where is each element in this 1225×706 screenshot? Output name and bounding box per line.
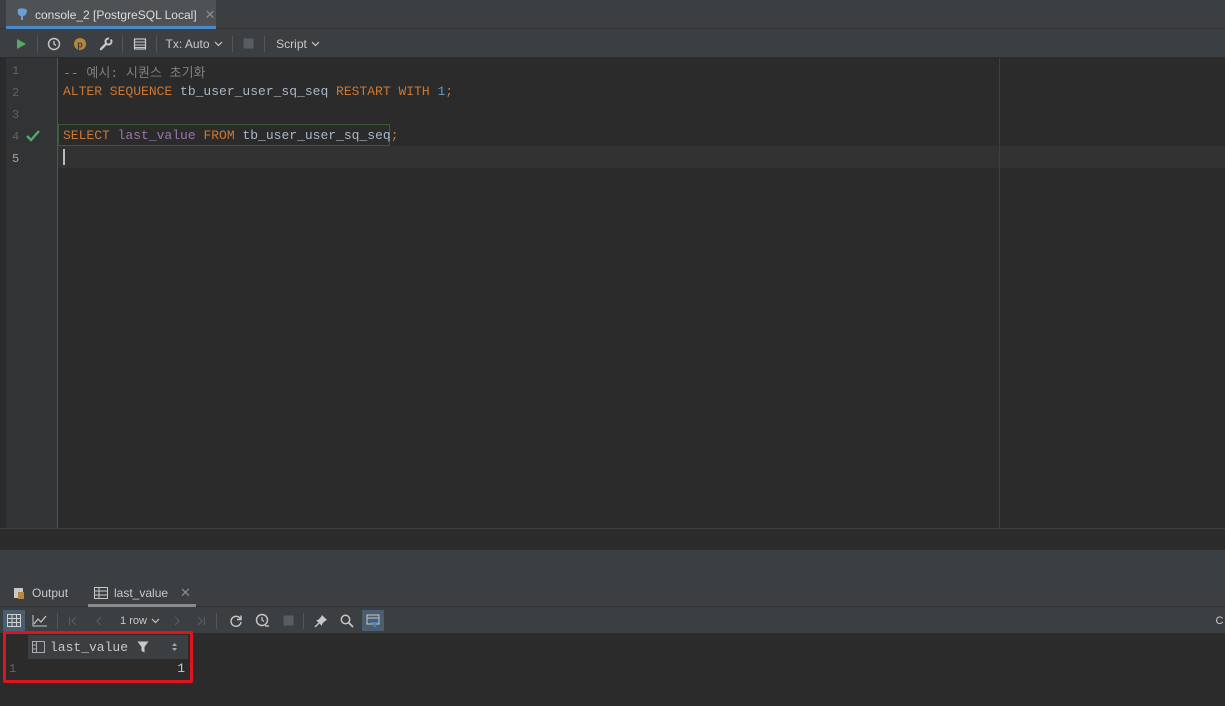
toolbar-separator [216,613,217,629]
checkmark-icon [26,130,40,142]
table-view-button[interactable] [3,610,25,631]
chevron-down-icon [311,41,320,46]
history-button[interactable] [43,29,65,58]
sql-semicolon: ; [390,128,399,143]
text-caret [63,149,65,165]
toolbar-separator [303,613,304,629]
script-dropdown[interactable]: Script [271,29,325,58]
transaction-mode-label: Tx: Auto [165,36,210,51]
table-filter-icon [366,614,380,627]
run-button[interactable] [10,29,32,58]
script-label: Script [276,36,307,51]
chevron-down-icon [214,41,222,46]
red-annotation-box [3,631,193,683]
stop-icon [243,38,253,49]
reload-button[interactable] [225,607,247,634]
toolbar-separator [232,36,233,52]
rows-count-dropdown[interactable]: 1 row [114,607,166,634]
chevron-left-icon [96,616,102,625]
sql-identifier: tb_user_user_sq_seq [234,128,391,143]
toolbar-separator [156,36,157,52]
p-badge-icon: p [74,37,86,50]
toolbar-separator [37,36,38,52]
play-icon [17,38,26,49]
settings-button[interactable] [95,29,117,58]
stop-icon [283,615,293,626]
auto-refresh-button[interactable] [251,607,273,634]
pin-icon [314,614,327,627]
sql-keyword: FROM [203,128,235,143]
sql-editor[interactable]: 1 2 3 4 5 -- 예시: 시퀀스 초기화 ALTER SEQUENCE … [0,58,1225,528]
editor-gutter: 1 2 3 4 5 [6,58,58,528]
sql-comment: -- 예시: 시퀀스 초기화 [63,66,206,81]
svg-text:p: p [77,39,83,49]
editor-horizontal-scrollbar[interactable] [0,528,1225,550]
code-line-2: ALTER SEQUENCE tb_user_user_sq_seq RESTA… [63,84,453,99]
stop-button[interactable] [238,29,258,58]
search-icon [340,614,354,628]
explain-plan-button[interactable]: p [69,29,91,58]
output-layout-button[interactable] [129,29,151,58]
sql-keyword: RESTART WITH [336,84,430,99]
panel-splitter[interactable] [0,550,1225,578]
close-icon[interactable]: ✕ [205,7,216,23]
right-margin-guide [999,58,1000,528]
wrench-icon [99,36,113,50]
code-line-4: SELECT last_value FROM tb_user_user_sq_s… [63,128,399,143]
sql-number: 1 [429,84,446,99]
sql-semicolon: ; [445,84,454,99]
chevron-down-icon [151,618,160,623]
line-number: 2 [12,86,20,100]
current-line-highlight [58,146,1225,168]
line-number: 3 [12,108,20,122]
services-tab-bar: Output last_value ✕ [0,578,1225,607]
editor-tab-title: console_2 [PostgreSQL Local] [35,7,197,22]
right-edge-label: C [1215,614,1224,627]
line-chart-icon [32,615,47,627]
search-button[interactable] [336,607,358,634]
table-icon [133,37,147,50]
result-toolbar: 1 row C [0,607,1225,634]
editor-tab-console-2[interactable]: console_2 [PostgreSQL Local] ✕ [6,0,216,29]
sql-keyword: SELECT [63,128,110,143]
cancel-query-button[interactable] [278,607,298,634]
next-page-button[interactable] [168,607,186,634]
grid-icon [7,614,21,627]
filter-toggle-button[interactable] [362,610,384,631]
close-icon[interactable]: ✕ [180,585,191,601]
clock-icon [47,37,61,50]
code-line-1: -- 예시: 시퀀스 초기화 [63,62,206,81]
first-page-button[interactable] [64,607,82,634]
postgresql-icon [17,8,27,20]
last-page-button[interactable] [192,607,210,634]
editor-toolbar: p Tx: Auto Script [0,29,1225,58]
line-number: 1 [12,64,20,78]
sql-keyword: ALTER SEQUENCE [63,84,173,99]
transaction-mode-dropdown[interactable]: Tx: Auto [162,29,226,58]
first-page-icon [68,616,77,625]
table-icon [94,586,108,599]
sql-identifier: tb_user_user_sq_seq [172,84,337,99]
tab-last-value[interactable]: last_value ✕ [88,578,196,607]
toolbar-separator [122,36,123,52]
rows-count-label: 1 row [120,614,147,627]
output-console-icon [14,587,24,599]
toolbar-separator [57,613,58,629]
toolbar-separator [264,36,265,52]
pin-tab-button[interactable] [310,607,332,634]
line-number: 5 [12,152,20,166]
tab-last-value-label: last_value [114,585,169,600]
previous-page-button[interactable] [90,607,108,634]
refresh-icon [230,615,242,627]
editor-tab-bar: console_2 [PostgreSQL Local] ✕ [0,0,1225,29]
tab-output[interactable]: Output [12,578,82,607]
clock-refresh-icon [255,613,269,627]
tab-output-label: Output [32,585,69,600]
last-page-icon [197,616,206,625]
chevron-right-icon [174,616,180,625]
sql-column: last_value [109,128,204,143]
chart-view-button[interactable] [29,607,51,634]
